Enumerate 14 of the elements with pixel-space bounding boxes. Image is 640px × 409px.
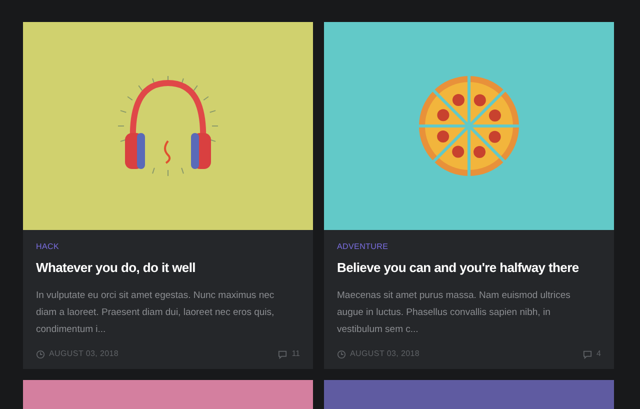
post-title[interactable]: Whatever you do, do it well	[36, 259, 196, 277]
post-excerpt: In vulputate eu orci sit amet egestas. Nunc maximus nec diam a laoreet. Praesent diam dui, laoreet nec eros quis, condimentum i...	[36, 289, 276, 337]
post-date: AUGUST 03, 2018	[49, 348, 119, 360]
clock-icon	[337, 350, 346, 358]
clock-icon	[36, 350, 45, 358]
category-link[interactable]: ADVENTURE	[337, 241, 601, 253]
post-date: AUGUST 03, 2018	[350, 348, 420, 360]
post-title[interactable]: Believe you can and you're halfway there	[337, 259, 579, 277]
category-link[interactable]: HACK	[36, 241, 300, 253]
comment-count[interactable]: 4	[596, 348, 601, 360]
comment-count[interactable]: 11	[292, 348, 300, 360]
comment-icon	[582, 350, 592, 358]
comment-icon	[278, 350, 287, 358]
post-excerpt: Maecenas sit amet purus massa. Nam euismod ultrices augue in luctus. Phasellus convallis sapien nibh, in vestibulum sem c...	[337, 289, 572, 337]
